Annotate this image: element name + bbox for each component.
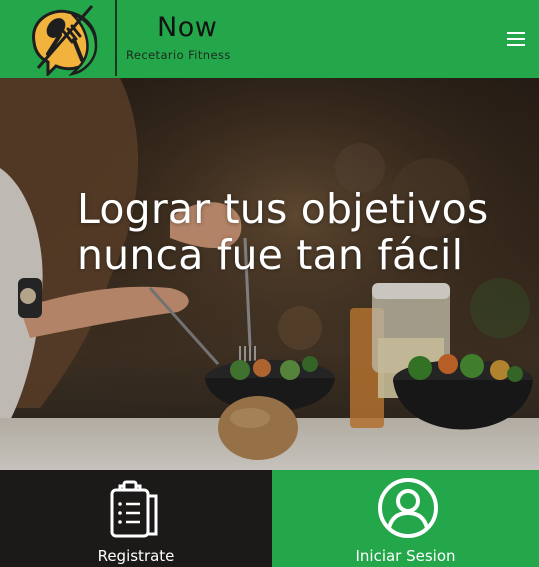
- menu-line: [507, 44, 525, 46]
- header-divider: [115, 0, 117, 76]
- hero-banner: Lograr tus objetivos nunca fue tan fácil: [0, 78, 539, 470]
- register-label: Registrate: [97, 547, 175, 565]
- hamburger-menu-icon[interactable]: [504, 28, 528, 50]
- hero-headline: Lograr tus objetivos nunca fue tan fácil: [77, 185, 489, 279]
- brand-tagline: Recetario Fitness: [126, 48, 231, 62]
- login-label: Iniciar Sesion: [355, 547, 456, 565]
- menu-line: [507, 32, 525, 34]
- register-button[interactable]: Registrate: [0, 470, 272, 567]
- logo-icon[interactable]: [26, 2, 106, 76]
- login-button[interactable]: Iniciar Sesion: [272, 470, 539, 567]
- clipboard-list-icon: [110, 480, 158, 538]
- menu-line: [507, 38, 525, 40]
- app-header: Now Recetario Fitness: [0, 0, 539, 78]
- brand-name: Now: [157, 12, 218, 43]
- user-circle-icon: [378, 478, 438, 538]
